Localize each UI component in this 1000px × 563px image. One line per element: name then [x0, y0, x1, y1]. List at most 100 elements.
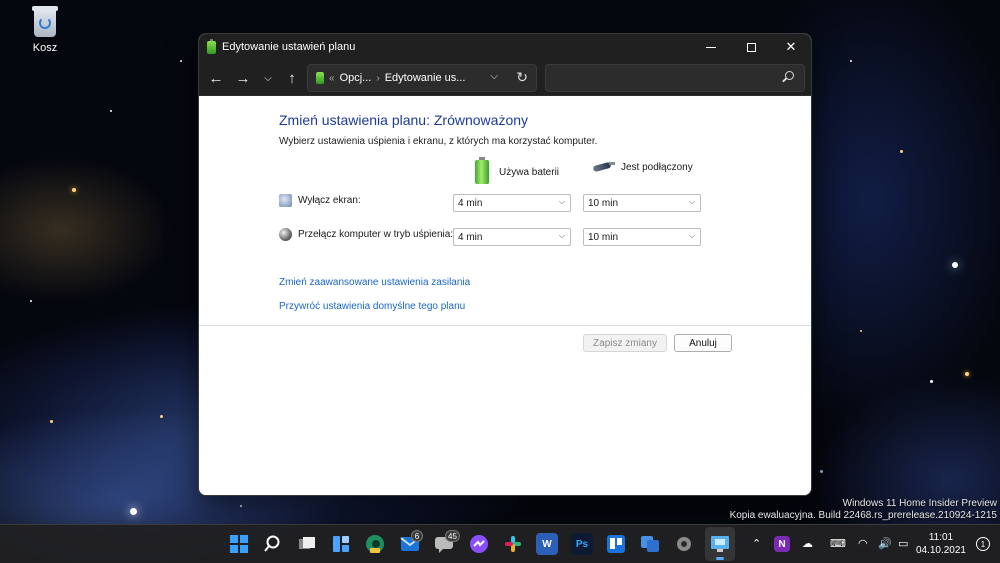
- battery-icon: [475, 157, 489, 184]
- messages-badge: 45: [445, 530, 460, 542]
- sleep-label: Przełącz komputer w tryb uśpienia:: [298, 229, 454, 240]
- slack-button[interactable]: [502, 533, 524, 555]
- star: [900, 150, 903, 153]
- battery-app-icon: [207, 38, 216, 54]
- clock-time: 11:01: [928, 532, 954, 543]
- notification-badge[interactable]: 1: [976, 537, 990, 551]
- sleep-battery-select[interactable]: 4 min ⌵: [453, 228, 571, 246]
- forward-button[interactable]: →: [230, 65, 256, 91]
- breadcrumb-parent[interactable]: Opcj...: [340, 72, 372, 84]
- cancel-button[interactable]: Anuluj: [674, 334, 732, 352]
- trello-button[interactable]: [605, 533, 627, 555]
- task-view-button[interactable]: [296, 533, 318, 555]
- breadcrumb-current[interactable]: Edytowanie us...: [385, 72, 466, 84]
- search-icon: [785, 71, 794, 80]
- volume-icon[interactable]: 🔊: [878, 537, 892, 550]
- star: [180, 60, 182, 62]
- breadcrumb-separator-icon: ›: [376, 72, 380, 84]
- clock-date: 04.10.2021: [915, 545, 966, 556]
- setting-row-sleep: Przełącz komputer w tryb uśpienia:: [279, 228, 453, 241]
- sleep-battery-value: 4 min: [458, 231, 483, 243]
- title-bar[interactable]: Edytowanie ustawień planu ✕: [199, 34, 811, 60]
- control-panel-icon: [711, 536, 729, 552]
- chevron-down-icon: ⌵: [558, 231, 565, 240]
- advanced-settings-link[interactable]: Zmień zaawansowane ustawienia zasilania: [279, 277, 470, 288]
- content-area: Zmień ustawienia planu: Zrównoważony Wyb…: [199, 96, 811, 495]
- display-plugged-value: 10 min: [588, 197, 619, 209]
- mail-badge: 6: [411, 530, 423, 542]
- onedrive-icon[interactable]: ☁: [802, 537, 813, 550]
- column-plugged-label: Jest podłączony: [621, 161, 693, 173]
- column-header-battery: Używa baterii: [475, 157, 560, 184]
- evaluation-watermark: Windows 11 Home Insider Preview Kopia ew…: [730, 498, 997, 522]
- settings-button[interactable]: [673, 533, 695, 555]
- recent-locations-button[interactable]: ⌵: [255, 65, 281, 91]
- control-panel-button[interactable]: [709, 533, 731, 555]
- start-button[interactable]: [228, 533, 250, 555]
- chevron-down-icon: ⌵: [688, 231, 695, 240]
- clock[interactable]: 11:01 04.10.2021: [916, 531, 966, 557]
- widgets-button[interactable]: [330, 533, 352, 555]
- breadcrumb[interactable]: « Opcj... › Edytowanie us... ⌵ ↻: [307, 64, 537, 92]
- divider: [199, 325, 811, 326]
- sleep-plugged-select[interactable]: 10 min ⌵: [583, 228, 701, 246]
- search-input[interactable]: [545, 64, 805, 92]
- translator-button[interactable]: [639, 533, 661, 555]
- close-button[interactable]: ✕: [771, 34, 811, 60]
- star: [860, 330, 862, 332]
- edge-button[interactable]: [364, 533, 386, 555]
- battery-path-icon: [316, 72, 324, 84]
- star: [930, 380, 933, 383]
- star: [240, 505, 242, 507]
- chevron-down-icon: ⌵: [558, 197, 565, 206]
- recycle-bin-icon: [30, 4, 60, 38]
- search-button[interactable]: [261, 533, 283, 555]
- photoshop-button[interactable]: Ps: [571, 533, 593, 555]
- slack-icon: [505, 536, 521, 552]
- close-icon: ✕: [785, 39, 797, 54]
- page-title: Zmień ustawienia planu: Zrównoważony: [279, 112, 529, 128]
- trello-icon: [607, 535, 625, 553]
- star: [110, 110, 112, 112]
- display-plugged-select[interactable]: 10 min ⌵: [583, 194, 701, 212]
- minimize-button[interactable]: [691, 34, 731, 60]
- windows-icon: [230, 535, 248, 553]
- save-button[interactable]: Zapisz zmiany: [583, 334, 667, 352]
- recycle-bin-label: Kosz: [32, 42, 58, 54]
- star: [820, 470, 823, 473]
- messenger-button[interactable]: [468, 533, 490, 555]
- chevron-up-icon[interactable]: ⌃: [752, 537, 761, 550]
- power-plug-icon: [591, 160, 617, 174]
- onenote-button[interactable]: N: [774, 536, 790, 552]
- wifi-icon[interactable]: ◠: [858, 537, 868, 550]
- keyboard-icon[interactable]: ⌨: [830, 537, 846, 550]
- star: [130, 508, 137, 515]
- address-bar: ← → ⌵ ↑ « Opcj... › Edytowanie us... ⌵ ↻: [199, 60, 811, 96]
- display-battery-value: 4 min: [458, 197, 483, 209]
- refresh-icon[interactable]: ↻: [516, 69, 528, 86]
- word-button[interactable]: W: [536, 533, 558, 555]
- back-button[interactable]: ←: [203, 65, 229, 91]
- column-battery-label: Używa baterii: [499, 166, 560, 178]
- star: [72, 188, 76, 192]
- messenger-icon: [470, 535, 488, 553]
- arrow-up-icon: ↑: [288, 69, 296, 87]
- photoshop-icon: Ps: [575, 538, 589, 550]
- minimize-icon: [706, 46, 716, 48]
- restore-defaults-link[interactable]: Przywróć ustawienia domyślne tego planu: [279, 301, 465, 312]
- gear-icon: [677, 537, 691, 551]
- up-button[interactable]: ↑: [279, 65, 305, 91]
- star: [160, 415, 163, 418]
- battery-tray-icon[interactable]: ▭: [898, 537, 908, 550]
- breadcrumb-overflow[interactable]: «: [329, 73, 335, 84]
- edge-canary-icon: [366, 535, 384, 553]
- display-battery-select[interactable]: 4 min ⌵: [453, 194, 571, 212]
- recycle-bin-desktop-icon[interactable]: Kosz: [22, 4, 68, 54]
- maximize-button[interactable]: [731, 34, 771, 60]
- power-plan-window: Edytowanie ustawień planu ✕ ← → ⌵ ↑ « Op…: [198, 33, 812, 496]
- monitor-icon: [279, 194, 292, 207]
- task-view-icon: [299, 537, 315, 549]
- column-header-plugged: Jest podłączony: [591, 160, 693, 174]
- star: [850, 60, 852, 62]
- address-dropdown-icon[interactable]: ⌵: [490, 71, 498, 82]
